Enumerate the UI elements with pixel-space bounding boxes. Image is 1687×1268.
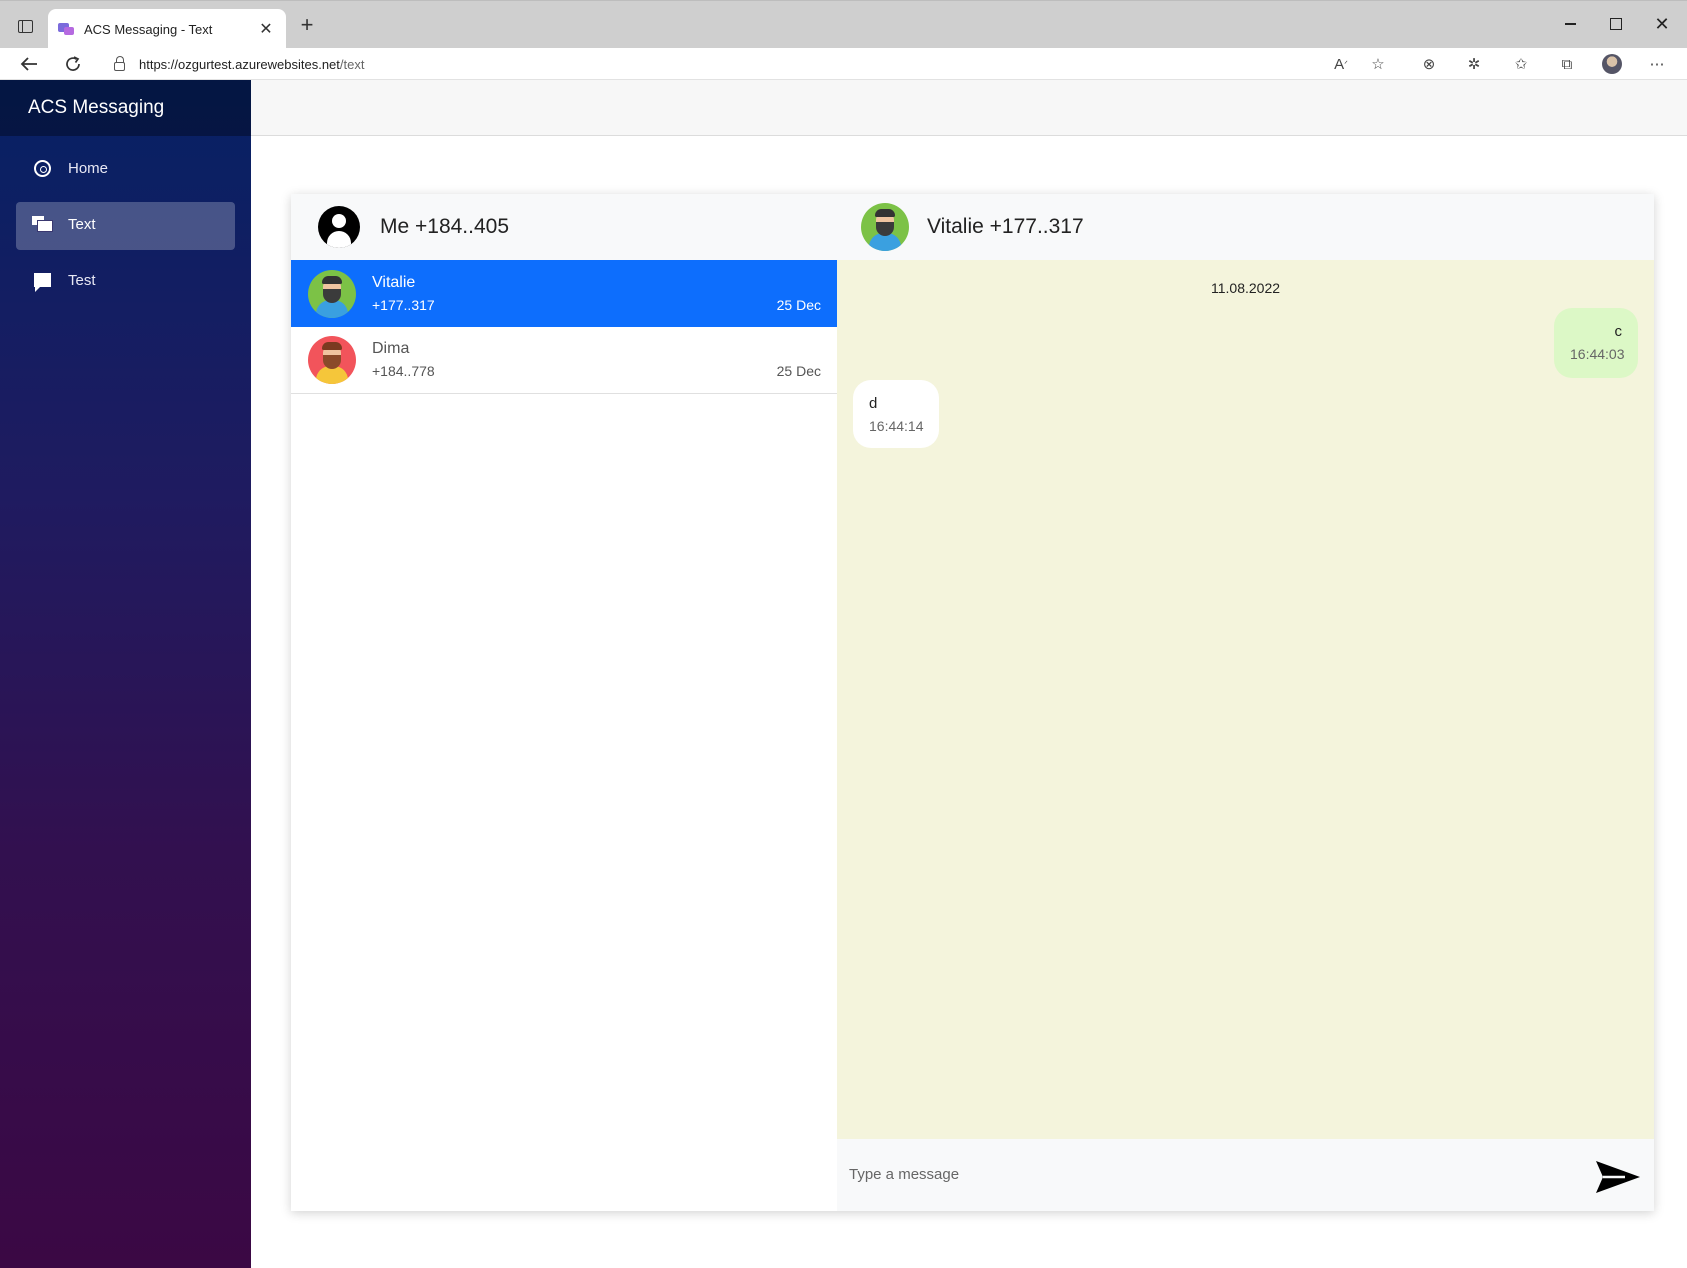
message-time: 16:44:14 [869, 418, 924, 434]
back-arrow-icon [20, 57, 37, 71]
new-tab-button[interactable]: + [294, 13, 320, 39]
read-aloud-icon[interactable]: Aᐟ [1327, 52, 1355, 76]
profile-avatar-icon [1602, 54, 1622, 74]
close-window-button[interactable]: ✕ [1640, 11, 1684, 37]
tab-actions-button[interactable] [10, 13, 40, 39]
contact-name: Dima [372, 340, 410, 357]
browser-tab[interactable]: ACS Messaging - Text ✕ [48, 9, 286, 49]
extensions-icon[interactable]: ✲ [1460, 52, 1488, 76]
tab-title: ACS Messaging - Text [84, 21, 213, 37]
avatar [861, 203, 909, 251]
sidebar-item-test[interactable]: Test [16, 258, 235, 306]
tracking-prevention-icon[interactable]: ⊗ [1415, 52, 1443, 76]
sidebar-item-home[interactable]: Home [16, 146, 235, 194]
more-options-icon[interactable]: ⋯ [1643, 52, 1671, 76]
avatar [308, 269, 356, 318]
message-time: 16:44:03 [1570, 346, 1625, 362]
incoming-message: d 16:44:14 [853, 380, 939, 448]
sidebar-item-label: Home [68, 159, 109, 177]
message-text: d [869, 395, 878, 412]
my-profile-header: Me +184..405 [291, 194, 837, 260]
close-tab-icon[interactable]: ✕ [256, 19, 276, 39]
send-icon [1596, 1161, 1640, 1193]
chat-card: Me +184..405 Vitalie +177..317 25 Dec Di… [291, 194, 1654, 1211]
contact-phone: +184..778 [372, 363, 435, 379]
contact-phone: +177..317 [372, 296, 435, 313]
my-phone-label: Me +184..405 [380, 215, 510, 238]
minimize-button[interactable] [1548, 11, 1592, 37]
date-separator: 11.08.2022 [1210, 280, 1281, 296]
conversation-title: Vitalie +177..317 [927, 215, 1084, 238]
contact-name: Vitalie [372, 273, 416, 291]
user-circle-icon [318, 206, 360, 248]
conversation-header: Vitalie +177..317 [837, 194, 1654, 260]
acs-favicon-icon [58, 22, 74, 36]
contacts-pane: Me +184..405 Vitalie +177..317 25 Dec Di… [291, 194, 837, 1211]
add-favorite-icon[interactable]: ☆ [1364, 52, 1392, 76]
favorites-icon[interactable]: ✩ [1507, 52, 1535, 76]
contact-item-vitalie[interactable]: Vitalie +177..317 25 Dec [291, 260, 837, 327]
outgoing-message: c 16:44:03 [1554, 308, 1638, 378]
app-brand[interactable]: ACS Messaging [0, 80, 251, 136]
message-input[interactable] [849, 1157, 1549, 1191]
reload-icon [66, 56, 80, 71]
sidebar-item-text[interactable]: Text [16, 202, 235, 250]
address-bar[interactable]: https://ozgurtest.azurewebsites.net/text [100, 50, 1390, 78]
send-button[interactable] [1595, 1159, 1641, 1195]
sidebar-item-label: Text [68, 215, 96, 233]
lock-icon [114, 55, 125, 71]
back-button[interactable] [14, 51, 44, 77]
message-text: c [1614, 323, 1623, 340]
collections-icon[interactable]: ⧉ [1553, 52, 1581, 76]
top-row [251, 80, 1687, 136]
home-icon [32, 159, 52, 180]
reload-button[interactable] [58, 51, 88, 77]
profile-button[interactable] [1598, 52, 1626, 76]
message-list[interactable]: 11.08.2022 c 16:44:03 d 16:44:14 [837, 260, 1654, 1139]
avatar [308, 336, 356, 384]
chats-icon [32, 216, 53, 236]
conversation-pane: Vitalie +177..317 11.08.2022 c 16:44:03 … [837, 194, 1654, 1211]
sidebar-item-label: Test [68, 271, 96, 289]
message-composer [837, 1139, 1654, 1211]
browser-toolbar: https://ozgurtest.azurewebsites.net/text… [0, 48, 1687, 80]
sidebar-nav: Home Text Test [0, 146, 251, 306]
sidebar: ACS Messaging Home Text Test [0, 80, 251, 1268]
tab-actions-icon [17, 19, 33, 33]
contact-date: 25 Dec [776, 297, 821, 313]
contact-date: 25 Dec [776, 363, 821, 379]
browser-titlebar: ACS Messaging - Text ✕ + ✕ [0, 0, 1687, 49]
maximize-button[interactable] [1594, 11, 1638, 37]
contact-item-dima[interactable]: Dima +184..778 25 Dec [291, 327, 837, 394]
chat-icon [32, 272, 52, 292]
url-text: https://ozgurtest.azurewebsites.net/text [139, 56, 365, 72]
